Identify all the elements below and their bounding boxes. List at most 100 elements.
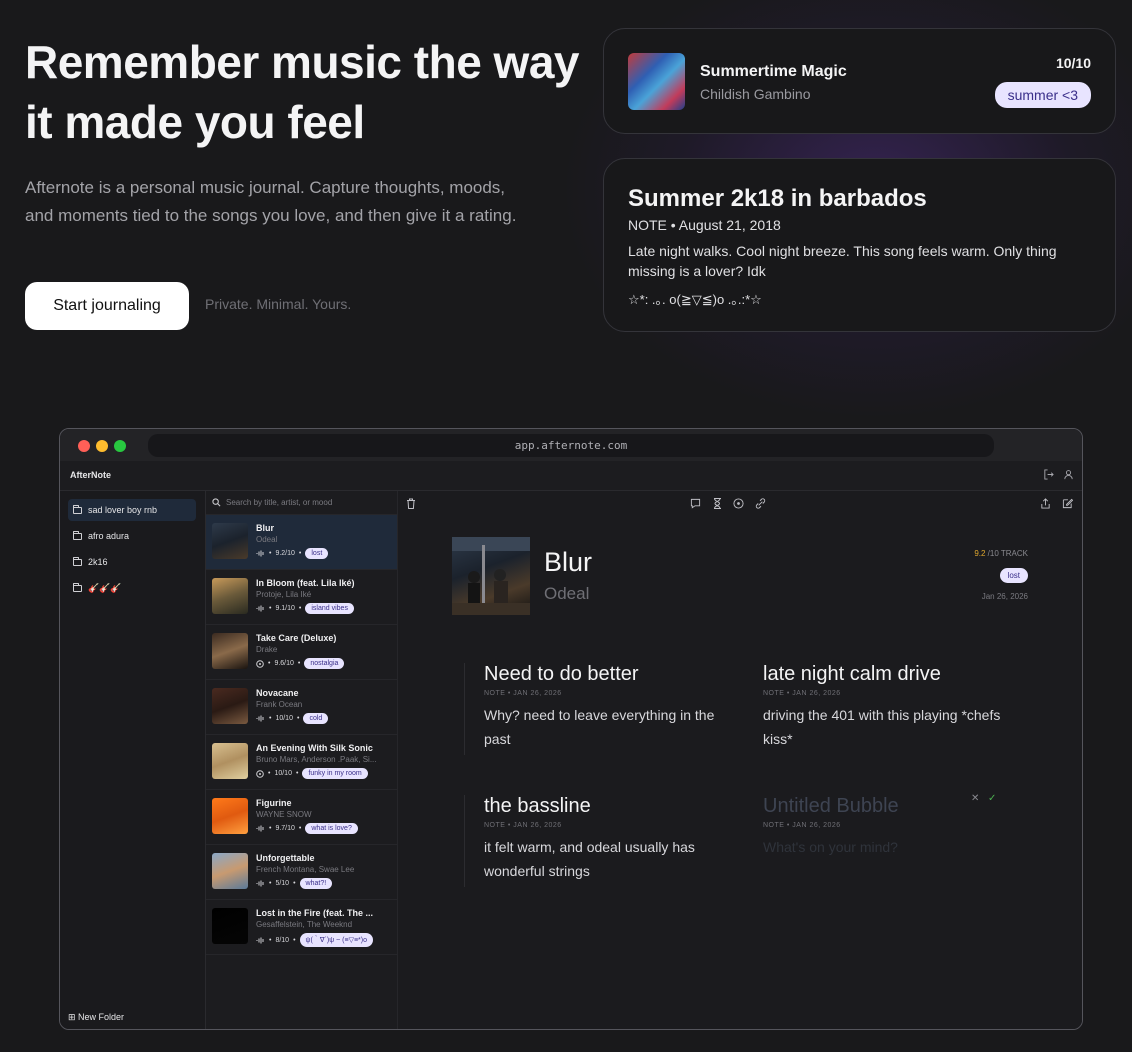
bubble-body-input[interactable]: What's on your mind? [763,835,1003,859]
url-bar[interactable]: app.afternote.com [148,434,994,457]
folder-item[interactable]: 2k16 [68,551,196,573]
bubble-body: Why? need to leave everything in the pas… [484,707,715,747]
row-meta: • 10/10 • funky in my room [256,768,368,779]
folder-label: 2k16 [88,557,108,567]
song-thumbnail [212,688,248,724]
row-meta: • 9.7/10 • what is love? [256,823,358,834]
row-meta: • 10/10 • cold [256,713,329,724]
song-row[interactable]: Blur Odeal • 9.2/10 • lost [206,515,397,570]
row-title: Lost in the Fire (feat. The ... [256,908,374,918]
hero-subtitle: Afternote is a personal music journal. C… [25,178,517,225]
minimize-dot[interactable] [96,440,108,452]
folder-item[interactable]: 🎸🎸🎸 [68,577,196,599]
hero-tagline: Private. Minimal. Yours. [205,296,352,312]
song-list: Search by title, artist, or mood Blur Ode… [206,491,398,1029]
folder-icon [73,582,82,592]
song-row[interactable]: In Bloom (feat. Lila Iké) Protoje, Lila I… [206,570,397,625]
share-icon[interactable] [1040,498,1051,512]
song-row[interactable]: Lost in the Fire (feat. The ... Gesaffels… [206,900,397,955]
row-title: Blur [256,523,274,533]
row-artist: Protoje, Lila Iké [256,590,312,599]
detail-tag[interactable]: lost [999,568,1028,583]
trash-icon[interactable] [406,498,416,512]
new-folder-button[interactable]: ⊞ New Folder [68,1012,124,1023]
song-row[interactable]: Take Care (Deluxe) Drake • 9.6/10 • nostalgia [206,625,397,680]
row-bullet: • [268,660,271,667]
row-bullet: • [269,880,272,887]
row-bullet: • [296,715,300,722]
row-tag: what is love? [305,823,358,834]
bubble-divider [464,795,465,887]
row-bullet: • [293,936,296,944]
row-title: Unforgettable [256,853,315,863]
song-row[interactable]: An Evening With Silk Sonic Bruno Mars, An… [206,735,397,790]
discard-icon[interactable]: ✕ [971,793,979,804]
song-row[interactable]: Novacane Frank Ocean • 10/10 • cold [206,680,397,735]
song-thumbnail [212,908,248,944]
row-score: 9.7/10 [275,825,295,832]
bubble-meta: NOTE • JAN 26, 2026 [763,690,841,697]
row-title: An Evening With Silk Sonic [256,743,373,753]
search-bar[interactable]: Search by title, artist, or mood [206,491,397,515]
note-bubble[interactable]: late night calm drive NOTE • JAN 26, 202… [763,663,1003,751]
row-tag: nostalgia [304,658,345,669]
song-title: Summertime Magic [700,63,847,80]
song-row[interactable]: Figurine WAYNE SNOW • 9.7/10 • what is love? [206,790,397,845]
row-score: 9.1/10 [275,605,295,612]
hourglass-icon[interactable] [713,498,722,512]
detail-rating: 9.2 /10 TRACK [974,549,1028,558]
disc-icon [256,659,264,668]
waveform-icon [256,715,265,722]
row-score: 10/10 [275,715,293,722]
folder-item[interactable]: sad lover boy rnb [68,499,196,521]
disc-icon [256,769,264,778]
edit-icon[interactable] [1062,498,1074,512]
add-circle-icon[interactable] [733,498,744,512]
folder-label: 🎸🎸🎸 [88,582,122,593]
start-journaling-button[interactable]: Start journaling [25,282,189,330]
bubble-title: the bassline [484,795,591,817]
note-meta: NOTE • August 21, 2018 [628,217,781,233]
row-tag: island vibes [305,603,354,614]
row-tag: what?! [299,878,333,889]
bubble-meta: NOTE • JAN 26, 2026 [484,690,562,697]
album-art [628,53,685,110]
folder-item[interactable]: afro adura [68,525,196,547]
row-bullet: • [295,770,299,777]
folder-label: afro adura [88,531,130,541]
song-row[interactable]: Unforgettable French Montana, Swae Lee • 5/… [206,845,397,900]
link-icon[interactable] [755,498,766,512]
bubble-title-input[interactable]: Untitled Bubble [763,795,1003,818]
detail-date: Jan 26, 2026 [981,592,1028,601]
comment-icon[interactable] [690,498,701,512]
waveform-icon [256,605,265,612]
folder-icon [73,530,82,540]
bubble-meta: NOTE • JAN 26, 2026 [763,822,841,829]
confirm-icon[interactable]: ✓ [988,793,996,804]
logout-icon[interactable] [1042,469,1054,481]
close-dot[interactable] [78,440,90,452]
row-artist: Gesaffelstein, The Weeknd [256,920,353,929]
rating-suffix: /10 TRACK [985,549,1028,558]
row-title: Take Care (Deluxe) [256,633,337,643]
row-bullet: • [269,550,272,557]
detail-artist: Odeal [544,584,590,603]
bubble-title: Need to do better [484,663,639,685]
user-icon[interactable] [1062,469,1074,481]
row-bullet: • [269,605,272,612]
row-bullet: • [269,936,272,944]
note-title: Summer 2k18 in barbados [628,185,927,212]
row-title: Novacane [256,688,299,698]
folder-icon [73,504,82,514]
note-bubble[interactable]: Need to do better NOTE • JAN 26, 2026 Wh… [464,663,724,755]
row-meta: • 9.2/10 • lost [256,548,329,559]
search-input[interactable]: Search by title, artist, or mood [226,498,332,507]
row-score: 5/10 [275,880,290,887]
note-bubble[interactable]: the bassline NOTE • JAN 26, 2026 it felt… [464,795,724,887]
song-thumbnail [212,523,248,559]
new-bubble-editor[interactable]: Untitled Bubble NOTE • JAN 26, 2026 What… [763,795,1003,859]
app-window-preview: app.afternote.com AfterNote sad lover bo… [59,428,1083,1030]
folder-sidebar: sad lover boy rnb afro adura 2k16 🎸🎸🎸 ⊞ New… [60,491,206,1029]
maximize-dot[interactable] [114,440,126,452]
window-titlebar: app.afternote.com [60,429,1082,461]
